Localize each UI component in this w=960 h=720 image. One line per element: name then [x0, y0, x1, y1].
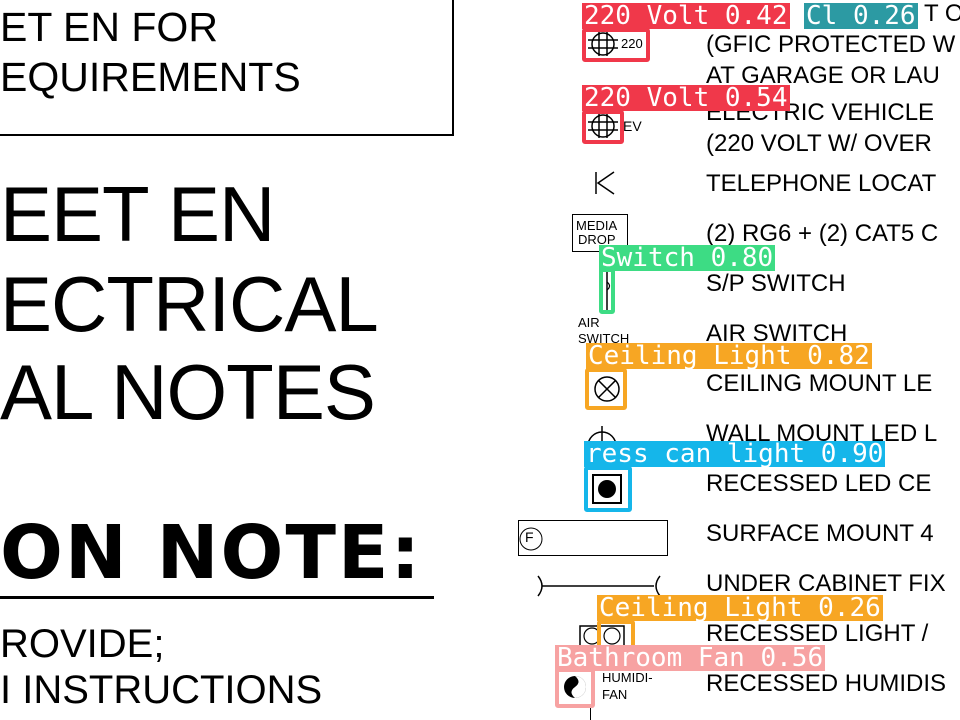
note-line-1: ROVIDE; — [0, 622, 165, 666]
detection-box-3 — [599, 268, 615, 314]
box-text-line-1: ET EN FOR — [0, 4, 218, 50]
box-text-line-2: EQUIREMENTS — [0, 54, 301, 100]
leader-line — [590, 706, 591, 720]
detection-label-2: 220 Volt 0.54 — [582, 83, 790, 113]
sheet-title-line-2: ECTRICAL — [0, 260, 379, 348]
legend-desc-15: RECESSED HUMIDIS — [706, 670, 947, 697]
detection-label-0: 220 Volt 0.42 — [582, 1, 790, 31]
detection-label-4: Ceiling Light 0.82 — [586, 341, 872, 371]
legend-desc-5: TELEPHONE LOCAT — [706, 170, 937, 197]
note-line-2: I INSTRUCTIONS — [0, 668, 323, 712]
detection-box-7 — [555, 668, 595, 708]
humidi-fan-text-1: HUMIDI- — [602, 670, 653, 685]
legend-desc-7: S/P SWITCH — [706, 270, 846, 297]
detection-label-6: Ceiling Light 0.26 — [597, 593, 883, 623]
media-drop-text-1: MEDIA — [576, 218, 618, 233]
air-switch-text-1: AIR — [578, 315, 600, 330]
telephone-symbol — [595, 171, 615, 195]
ev-text: EV — [623, 118, 642, 134]
legend-desc-1: (GFIC PROTECTED W — [706, 31, 956, 58]
legend-desc-12: SURFACE MOUNT 4 — [706, 520, 934, 547]
detection-label-3: Switch 0.80 — [599, 243, 776, 273]
sheet-title-line-3: AL NOTES — [0, 348, 376, 436]
detection-box-2 — [582, 110, 624, 144]
detection-label-5: ress_can_light 0.90 — [584, 439, 886, 469]
legend-desc-11: RECESSED LED CE — [706, 470, 932, 497]
humidi-fan-text-2: FAN — [602, 687, 628, 702]
detection-box-5 — [584, 466, 632, 512]
legend-desc-9: CEILING MOUNT LE — [706, 370, 933, 397]
legend-desc-4: (220 VOLT W/ OVER — [706, 130, 932, 157]
sheet-title-line-1: EET EN — [0, 170, 275, 258]
detection-label-1: Cl 0.26 — [804, 1, 918, 31]
detection-box-4 — [585, 368, 627, 410]
note-underline — [0, 596, 434, 599]
detection-label-7: Bathroom Fan 0.56 — [555, 643, 826, 673]
note-heading: ON NOTE: — [0, 510, 423, 596]
detection-box-0 — [582, 28, 650, 62]
legend-desc-0: T O — [924, 0, 960, 27]
surface-mount-text: F — [525, 529, 534, 545]
